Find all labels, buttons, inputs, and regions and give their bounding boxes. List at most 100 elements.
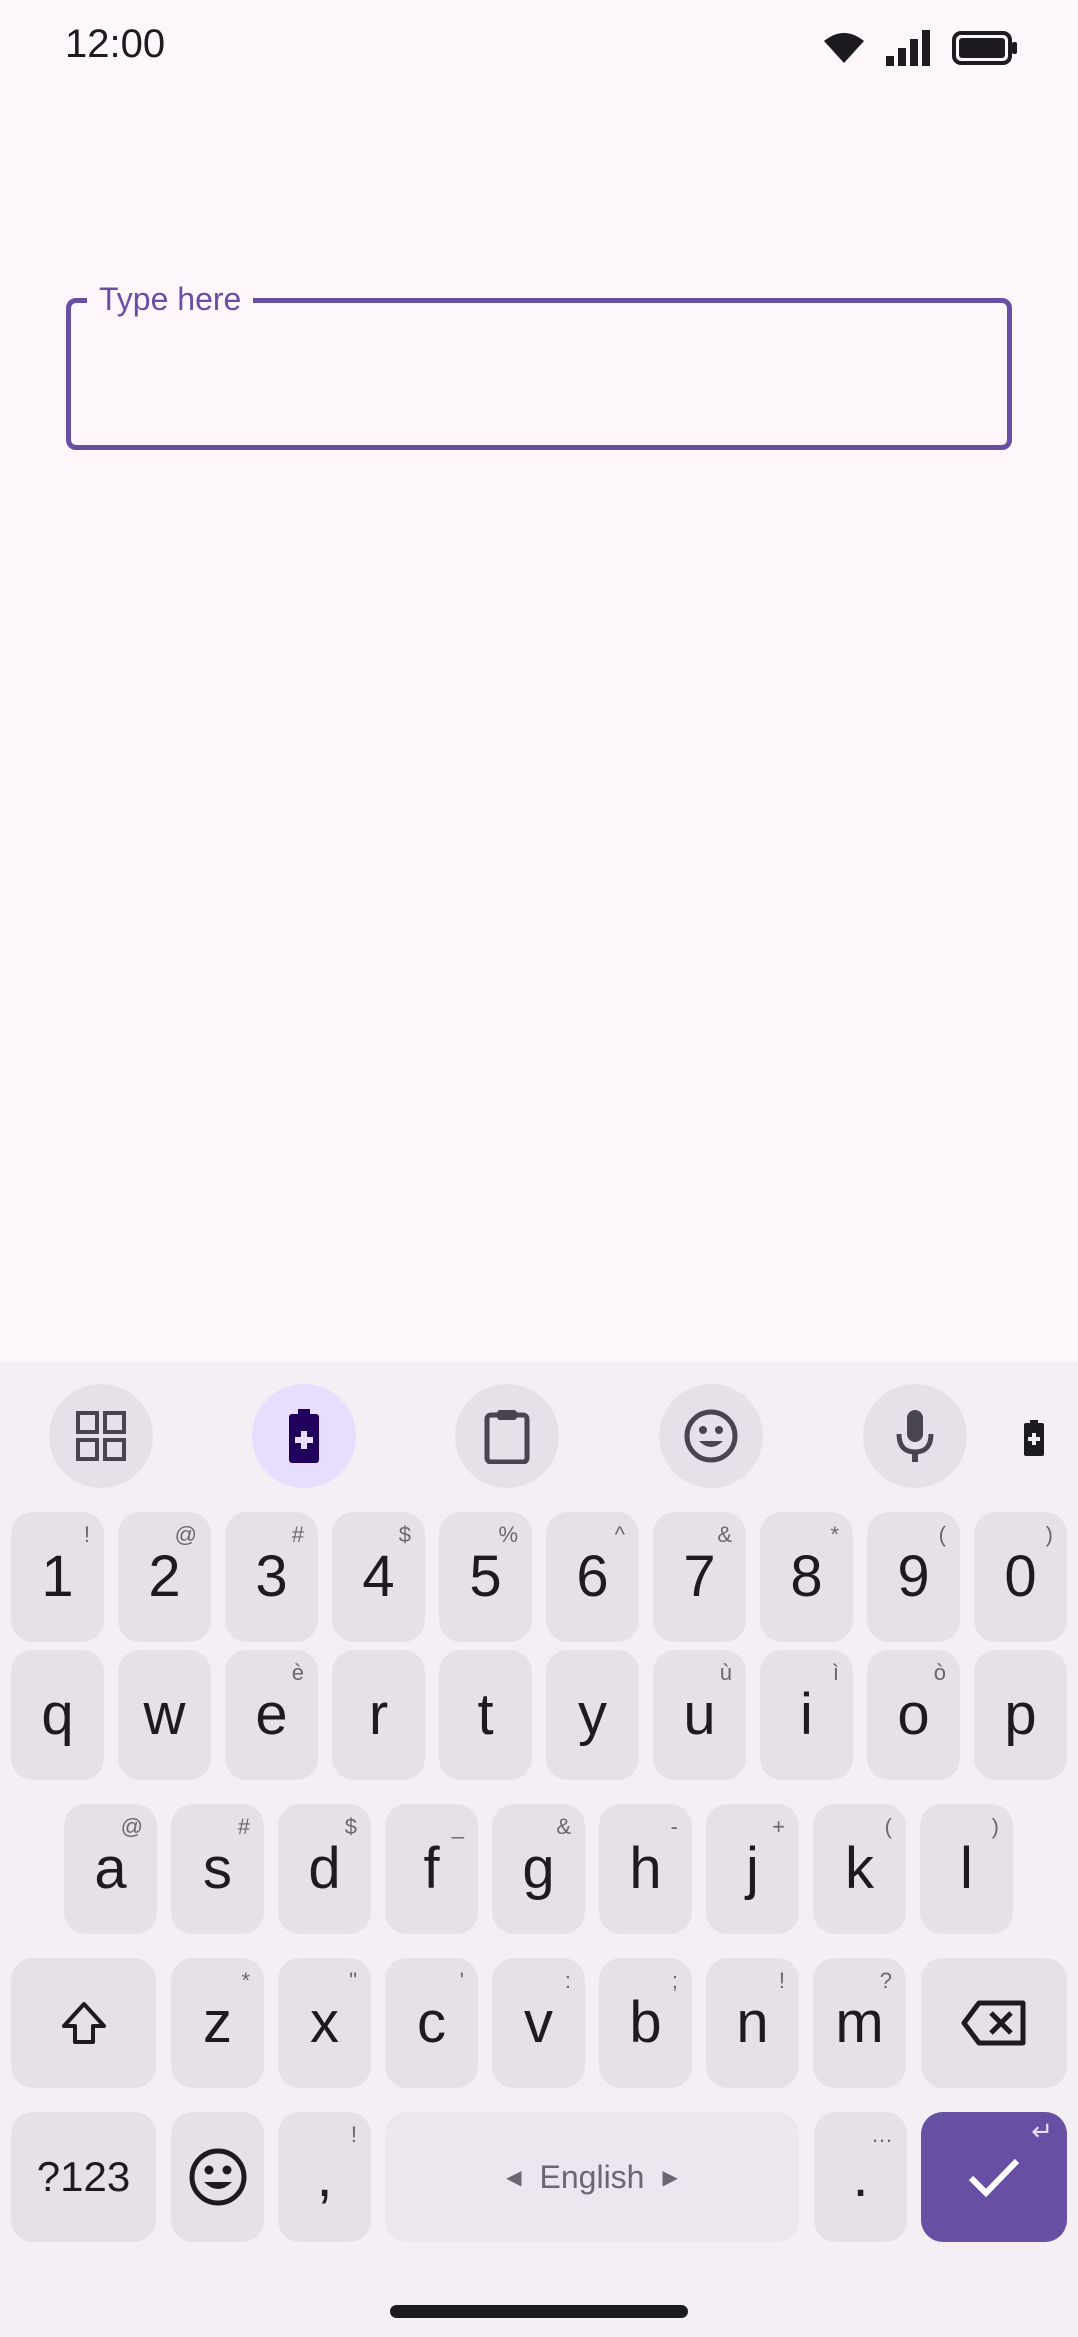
key-t[interactable]: t bbox=[439, 1650, 532, 1780]
key-label: 0 bbox=[1004, 1544, 1037, 1609]
comma-key-hint: ! bbox=[350, 2122, 357, 2147]
key-hint: ( bbox=[938, 1522, 946, 1547]
key-z[interactable]: z * bbox=[171, 1958, 264, 2088]
key-hint: ^ bbox=[614, 1522, 625, 1547]
shift-key[interactable] bbox=[11, 1958, 156, 2088]
key-hint: ! bbox=[83, 1522, 90, 1547]
keyboard-toolbar bbox=[0, 1362, 1078, 1502]
key-c[interactable]: c ' bbox=[385, 1958, 478, 2088]
key-hint: ì bbox=[832, 1660, 839, 1685]
space-key[interactable]: ◀ English ▶ bbox=[385, 2112, 799, 2242]
key-label: y bbox=[578, 1682, 607, 1747]
key-label: g bbox=[522, 1836, 555, 1901]
check-icon bbox=[968, 2158, 1020, 2198]
voice-input-button[interactable] bbox=[863, 1384, 967, 1488]
key-hint: " bbox=[349, 1968, 357, 1993]
key-label: l bbox=[960, 1836, 973, 1901]
key-label: r bbox=[368, 1682, 389, 1747]
key-f[interactable]: f _ bbox=[385, 1804, 478, 1934]
key-d[interactable]: d $ bbox=[278, 1804, 371, 1934]
symbols-key-label: ?123 bbox=[36, 2153, 131, 2200]
key-hint: ; bbox=[671, 1968, 678, 1993]
key-h[interactable]: h- bbox=[599, 1804, 692, 1934]
key-y[interactable]: y bbox=[546, 1650, 639, 1780]
enter-key[interactable]: ↵ bbox=[921, 2112, 1067, 2242]
key-m[interactable]: m? bbox=[813, 1958, 906, 2088]
key-r[interactable]: r bbox=[332, 1650, 425, 1780]
home-indicator[interactable] bbox=[390, 2305, 688, 2318]
key-hint: ' bbox=[459, 1968, 464, 1993]
symbols-key[interactable]: ?123 bbox=[11, 2112, 156, 2242]
apps-grid-button[interactable] bbox=[49, 1384, 153, 1488]
key-label: u bbox=[683, 1682, 716, 1747]
period-key-hint: … bbox=[871, 2122, 893, 2147]
comma-key-label: , bbox=[316, 2144, 333, 2209]
key-8[interactable]: 8 * bbox=[760, 1512, 853, 1642]
key-label: v bbox=[524, 1990, 553, 2055]
key-hint: _ bbox=[451, 1814, 464, 1839]
key-s[interactable]: s # bbox=[171, 1804, 264, 1934]
key-label: h bbox=[629, 1836, 662, 1901]
key-hint: # bbox=[291, 1522, 304, 1547]
key-label: q bbox=[41, 1682, 74, 1747]
key-label: 6 bbox=[576, 1544, 609, 1609]
key-w[interactable]: w bbox=[118, 1650, 211, 1780]
apps-grid-icon bbox=[76, 1411, 126, 1461]
key-6[interactable]: 6 ^ bbox=[546, 1512, 639, 1642]
key-label: b bbox=[629, 1990, 662, 2055]
comma-key[interactable]: , ! bbox=[278, 2112, 371, 2242]
key-q[interactable]: q bbox=[11, 1650, 104, 1780]
key-5[interactable]: 5% bbox=[439, 1512, 532, 1642]
key-label: k bbox=[845, 1836, 874, 1901]
key-b[interactable]: b; bbox=[599, 1958, 692, 2088]
key-label: e bbox=[255, 1682, 288, 1747]
key-7[interactable]: 7 & bbox=[653, 1512, 746, 1642]
key-k[interactable]: k( bbox=[813, 1804, 906, 1934]
key-label: w bbox=[143, 1682, 186, 1747]
key-u[interactable]: uù bbox=[653, 1650, 746, 1780]
soft-keyboard: 1! 2 @3 #4 $5% 6 ^ 7 & 8 * 9(0) qweèrtyuùiìoòp a @ s #… bbox=[0, 1362, 1078, 2337]
key-a[interactable]: a @ bbox=[64, 1804, 157, 1934]
battery-full-icon bbox=[952, 31, 1017, 65]
key-label: o bbox=[897, 1682, 930, 1747]
key-hint: ) bbox=[991, 1814, 999, 1839]
emoji-toolbar-button[interactable] bbox=[659, 1384, 763, 1488]
battery-saver-button[interactable] bbox=[252, 1384, 356, 1488]
key-label: m bbox=[835, 1990, 884, 2055]
key-hint: ? bbox=[879, 1968, 892, 1993]
key-g[interactable]: g & bbox=[492, 1804, 585, 1934]
key-n[interactable]: n! bbox=[706, 1958, 799, 2088]
period-key-label: . bbox=[852, 2144, 869, 2209]
key-0[interactable]: 0) bbox=[974, 1512, 1067, 1642]
key-hint: ò bbox=[933, 1660, 946, 1685]
text-input[interactable] bbox=[71, 303, 1007, 445]
emoji-key[interactable] bbox=[171, 2112, 264, 2242]
key-v[interactable]: v: bbox=[492, 1958, 585, 2088]
emoji-icon bbox=[684, 1409, 738, 1463]
key-9[interactable]: 9( bbox=[867, 1512, 960, 1642]
key-hint: ù bbox=[719, 1660, 732, 1685]
key-label: n bbox=[736, 1990, 769, 2055]
key-label: 1 bbox=[41, 1544, 74, 1609]
key-o[interactable]: oò bbox=[867, 1650, 960, 1780]
key-j[interactable]: j + bbox=[706, 1804, 799, 1934]
key-i[interactable]: iì bbox=[760, 1650, 853, 1780]
key-hint: * bbox=[241, 1968, 250, 1993]
key-hint: + bbox=[772, 1814, 785, 1839]
key-1[interactable]: 1! bbox=[11, 1512, 104, 1642]
cellular-signal-icon bbox=[886, 30, 930, 66]
key-e[interactable]: eè bbox=[225, 1650, 318, 1780]
backspace-key[interactable] bbox=[921, 1958, 1067, 2088]
text-input-field[interactable]: Type here bbox=[66, 277, 1012, 450]
key-p[interactable]: p bbox=[974, 1650, 1067, 1780]
key-label: d bbox=[308, 1836, 341, 1901]
key-x[interactable]: x " bbox=[278, 1958, 371, 2088]
key-3[interactable]: 3 # bbox=[225, 1512, 318, 1642]
left-arrow-icon: ◀ bbox=[506, 2166, 522, 2189]
period-key[interactable]: . … bbox=[814, 2112, 907, 2242]
key-4[interactable]: 4 $ bbox=[332, 1512, 425, 1642]
clipboard-button[interactable] bbox=[455, 1384, 559, 1488]
key-2[interactable]: 2 @ bbox=[118, 1512, 211, 1642]
key-l[interactable]: l) bbox=[920, 1804, 1013, 1934]
shift-icon bbox=[61, 2002, 106, 2044]
